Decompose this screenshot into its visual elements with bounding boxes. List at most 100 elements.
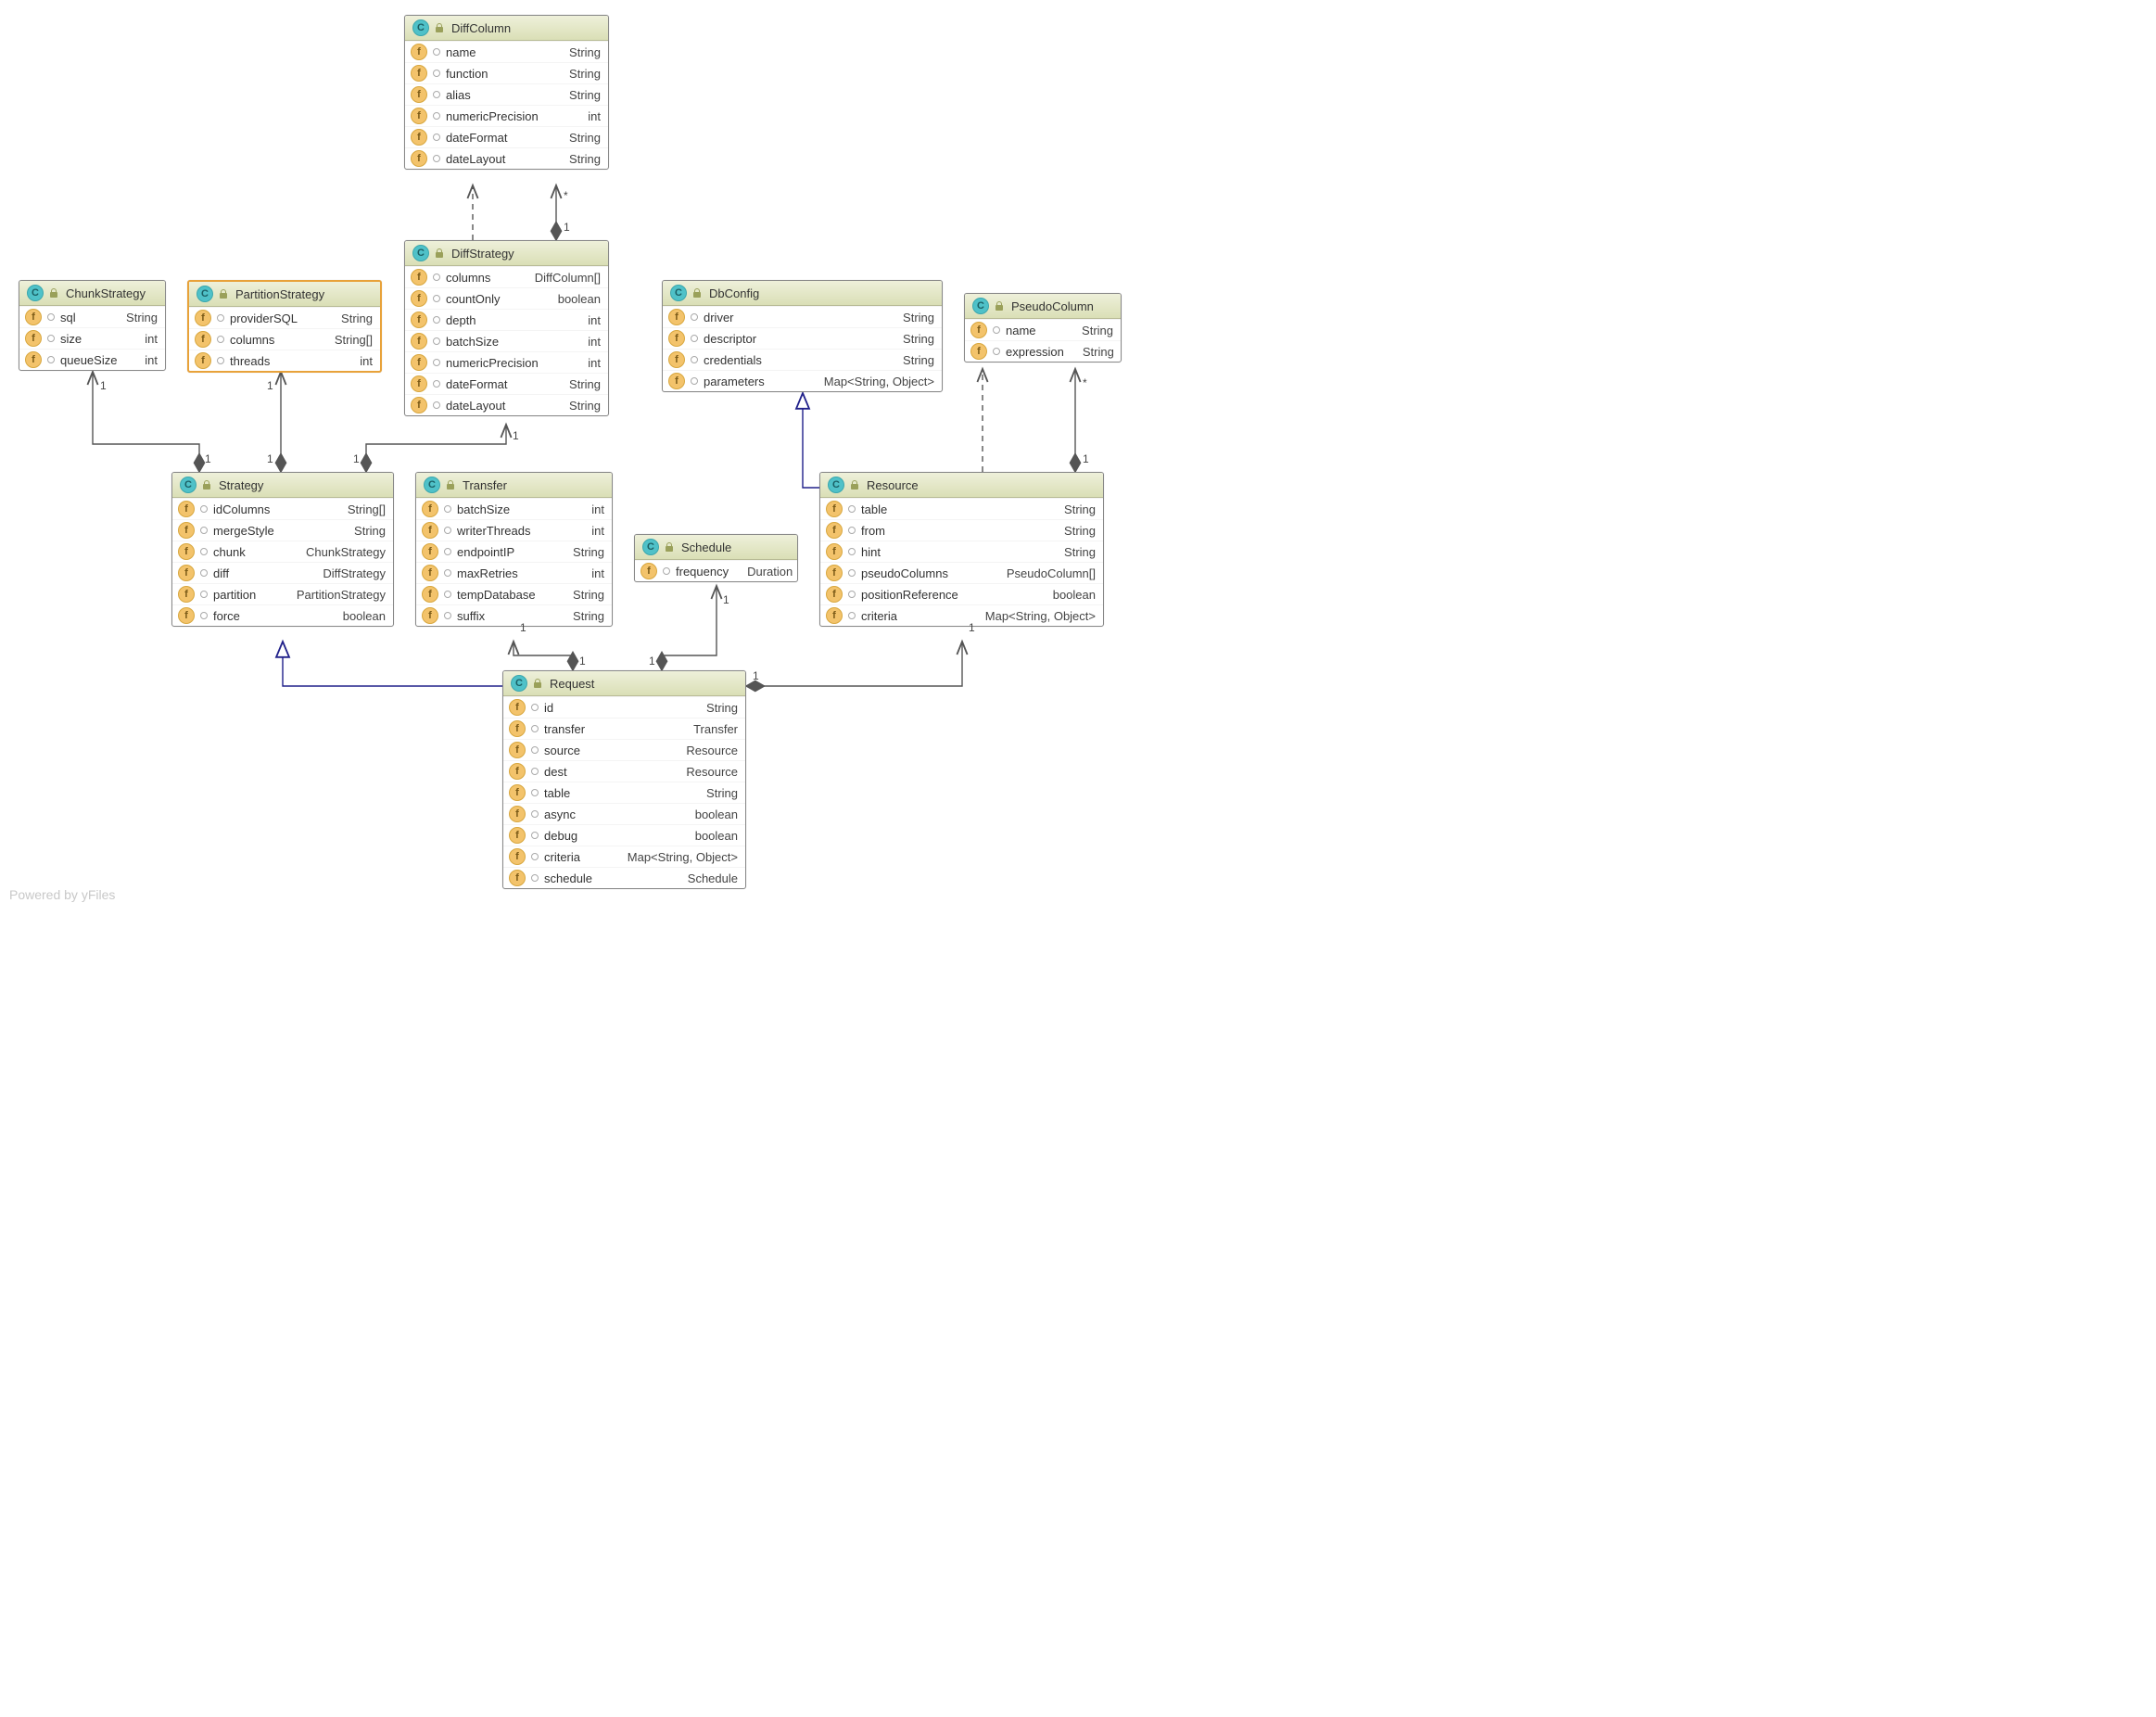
member-row[interactable]: fthreadsint (189, 350, 380, 371)
member-row[interactable]: fmergeStyleString (172, 519, 393, 541)
member-row[interactable]: fdateLayoutString (405, 394, 608, 415)
member-row[interactable]: fmaxRetriesint (416, 562, 612, 583)
member-row[interactable]: ftransferTransfer (503, 718, 745, 739)
member-row[interactable]: ftableString (503, 782, 745, 803)
member-row[interactable]: fdateLayoutString (405, 147, 608, 169)
member-row[interactable]: fpartitionPartitionStrategy (172, 583, 393, 604)
member-row[interactable]: fendpointIPString (416, 541, 612, 562)
member-row[interactable]: fsizeint (19, 327, 165, 349)
visibility-icon (531, 789, 539, 796)
class-DiffStrategy[interactable]: CDiffStrategyfcolumnsDiffColumn[]fcountO… (404, 240, 609, 416)
lock-icon (435, 248, 446, 259)
member-name: schedule (544, 871, 669, 885)
member-row[interactable]: fcolumnsString[] (189, 328, 380, 350)
member-row[interactable]: fcolumnsDiffColumn[] (405, 266, 608, 287)
class-header[interactable]: CDbConfig (663, 281, 942, 306)
member-row[interactable]: fproviderSQLString (189, 307, 380, 328)
member-type: int (132, 332, 158, 346)
class-header[interactable]: CSchedule (635, 535, 797, 560)
member-type: String (560, 609, 604, 623)
class-header[interactable]: CDiffColumn (405, 16, 608, 41)
member-row[interactable]: fdiffDiffStrategy (172, 562, 393, 583)
class-DbConfig[interactable]: CDbConfigfdriverStringfdescriptorStringf… (662, 280, 943, 392)
class-header[interactable]: CTransfer (416, 473, 612, 498)
member-row[interactable]: fdebugboolean (503, 824, 745, 846)
class-header[interactable]: CStrategy (172, 473, 393, 498)
member-row[interactable]: fdateFormatString (405, 373, 608, 394)
member-row[interactable]: fidColumnsString[] (172, 498, 393, 519)
class-DiffColumn[interactable]: CDiffColumnfnameStringffunctionStringfal… (404, 15, 609, 170)
member-name: depth (446, 313, 569, 327)
member-row[interactable]: fdescriptorString (663, 327, 942, 349)
lock-icon (49, 287, 60, 299)
visibility-icon (531, 874, 539, 882)
class-Transfer[interactable]: CTransferfbatchSizeintfwriterThreadsintf… (415, 472, 613, 627)
member-type: String (1069, 324, 1113, 337)
member-row[interactable]: fparametersMap<String, Object> (663, 370, 942, 391)
member-row[interactable]: fchunkChunkStrategy (172, 541, 393, 562)
field-icon: f (422, 543, 438, 560)
member-row[interactable]: fsqlString (19, 306, 165, 327)
member-row[interactable]: fdestResource (503, 760, 745, 782)
class-header[interactable]: CResource (820, 473, 1103, 498)
member-row[interactable]: fhintString (820, 541, 1103, 562)
member-row[interactable]: ftableString (820, 498, 1103, 519)
member-name: alias (446, 88, 551, 102)
member-row[interactable]: fnameString (965, 319, 1121, 340)
class-ChunkStrategy[interactable]: CChunkStrategyfsqlStringfsizeintfqueueSi… (19, 280, 166, 371)
lock-icon (665, 541, 676, 553)
class-title: DiffStrategy (451, 247, 514, 261)
class-Schedule[interactable]: CScheduleffrequencyDuration (634, 534, 798, 582)
member-row[interactable]: fnumericPrecisionint (405, 105, 608, 126)
member-row[interactable]: fdepthint (405, 309, 608, 330)
member-type: String (693, 786, 738, 800)
member-row[interactable]: fcriteriaMap<String, Object> (503, 846, 745, 867)
member-row[interactable]: fsuffixString (416, 604, 612, 626)
member-row[interactable]: fsourceResource (503, 739, 745, 760)
member-row[interactable]: ffromString (820, 519, 1103, 541)
member-row[interactable]: fnameString (405, 41, 608, 62)
member-row[interactable]: fexpressionString (965, 340, 1121, 362)
class-header[interactable]: CChunkStrategy (19, 281, 165, 306)
member-row[interactable]: fqueueSizeint (19, 349, 165, 370)
member-row[interactable]: fdriverString (663, 306, 942, 327)
member-row[interactable]: fidString (503, 696, 745, 718)
member-row[interactable]: fcountOnlyboolean (405, 287, 608, 309)
multiplicity-label: 1 (579, 655, 586, 668)
member-type: String[] (335, 502, 386, 516)
class-header[interactable]: CRequest (503, 671, 745, 696)
member-row[interactable]: ffunctionString (405, 62, 608, 83)
class-title: Transfer (463, 478, 507, 492)
class-Resource[interactable]: CResourceftableStringffromStringfhintStr… (819, 472, 1104, 627)
member-row[interactable]: fbatchSizeint (405, 330, 608, 351)
member-row[interactable]: ffrequencyDuration (635, 560, 797, 581)
class-header[interactable]: CPartitionStrategy (189, 282, 380, 307)
member-name: numericPrecision (446, 109, 569, 123)
member-row[interactable]: fpseudoColumnsPseudoColumn[] (820, 562, 1103, 583)
class-PartitionStrategy[interactable]: CPartitionStrategyfproviderSQLStringfcol… (187, 280, 382, 373)
member-row[interactable]: fasyncboolean (503, 803, 745, 824)
member-row[interactable]: ftempDatabaseString (416, 583, 612, 604)
member-row[interactable]: fcredentialsString (663, 349, 942, 370)
multiplicity-label: 1 (353, 452, 360, 465)
field-icon: f (826, 522, 843, 539)
member-type: int (132, 353, 158, 367)
member-row[interactable]: fpositionReferenceboolean (820, 583, 1103, 604)
class-header[interactable]: CPseudoColumn (965, 294, 1121, 319)
class-Request[interactable]: CRequestfidStringftransferTransferfsourc… (502, 670, 746, 889)
member-row[interactable]: faliasString (405, 83, 608, 105)
class-Strategy[interactable]: CStrategyfidColumnsString[]fmergeStyleSt… (171, 472, 394, 627)
member-row[interactable]: fcriteriaMap<String, Object> (820, 604, 1103, 626)
visibility-icon (848, 569, 856, 577)
member-row[interactable]: fwriterThreadsint (416, 519, 612, 541)
class-PseudoColumn[interactable]: CPseudoColumnfnameStringfexpressionStrin… (964, 293, 1122, 362)
member-row[interactable]: fnumericPrecisionint (405, 351, 608, 373)
class-header[interactable]: CDiffStrategy (405, 241, 608, 266)
member-type: int (347, 354, 373, 368)
member-name: transfer (544, 722, 675, 736)
member-row[interactable]: fdateFormatString (405, 126, 608, 147)
member-row[interactable]: fforceboolean (172, 604, 393, 626)
member-row[interactable]: fscheduleSchedule (503, 867, 745, 888)
member-row[interactable]: fbatchSizeint (416, 498, 612, 519)
field-icon: f (668, 309, 685, 325)
